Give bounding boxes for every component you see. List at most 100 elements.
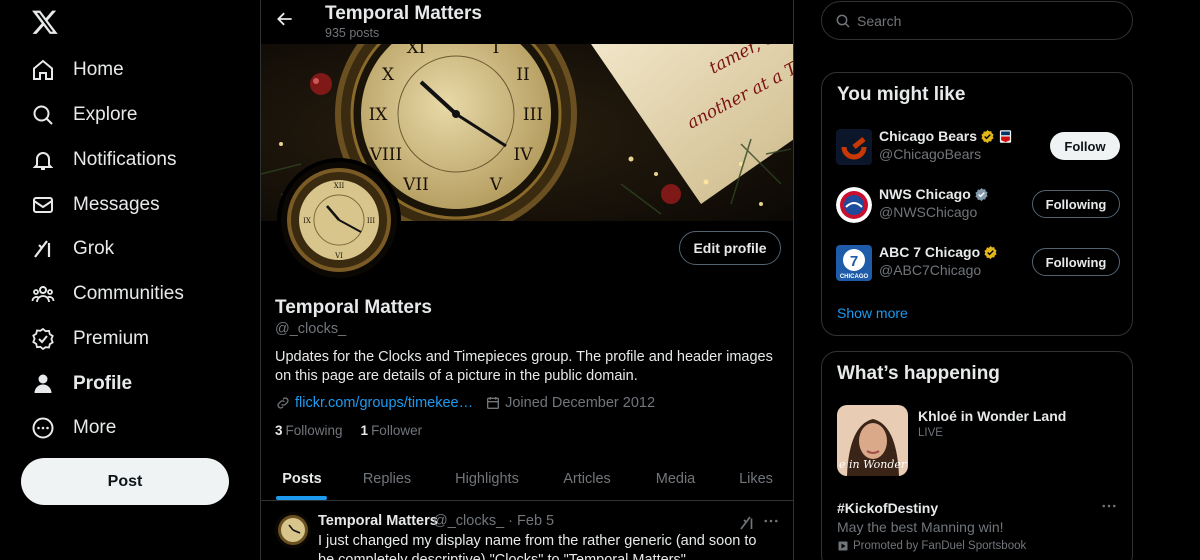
thumbnail-caption: e in Wonder l <box>839 458 908 471</box>
premium-icon <box>31 327 55 351</box>
suggestion-name-text: ABC 7 Chicago <box>879 244 981 260</box>
live-event-thumbnail[interactable]: e in Wonder l <box>837 405 908 476</box>
nav-communities[interactable]: Communities <box>31 272 184 316</box>
suggestion-name: ABC 7 Chicago <box>879 244 998 260</box>
follow-button[interactable]: Follow <box>1050 132 1120 160</box>
tweet-text: I just changed my display name from the … <box>318 533 757 560</box>
nav-label: Notifications <box>73 149 177 170</box>
x-logo-icon[interactable] <box>31 8 59 36</box>
tweet-avatar[interactable] <box>275 512 311 548</box>
person-icon <box>31 372 55 396</box>
whats-happening-card: What’s happening e in Wonder l Khloé in … <box>821 351 1133 560</box>
left-navigation: Home Explore Notifications Messages Grok… <box>0 0 260 560</box>
page-title: Temporal Matters <box>325 3 482 24</box>
bell-icon <box>31 148 55 172</box>
promoted-label: Promoted by FanDuel Sportsbook <box>837 540 1026 552</box>
live-event-title[interactable]: Khloé in Wonder Land <box>918 408 1066 424</box>
tab-posts[interactable]: Posts <box>261 456 343 501</box>
trend-hashtag[interactable]: #KickofDestiny <box>837 500 938 516</box>
nav-profile[interactable]: Profile <box>31 362 132 406</box>
profile-avatar[interactable]: XII III VI IX <box>277 158 401 282</box>
avatar[interactable] <box>836 187 872 223</box>
more-horizontal-icon[interactable] <box>762 512 780 530</box>
nav-label: Explore <box>73 104 138 125</box>
calendar-icon <box>487 397 500 409</box>
tab-media[interactable]: Media <box>631 456 720 501</box>
nav-more[interactable]: More <box>31 406 116 450</box>
profile-handle: @_clocks_ <box>275 321 347 337</box>
joined-date: Joined December 2012 <box>505 395 656 411</box>
search-icon <box>31 103 55 127</box>
svg-text:XI: XI <box>407 44 426 58</box>
tweet-handle[interactable]: @_clocks_ <box>433 513 504 529</box>
abc-logo-sub: CHICAGO <box>840 274 869 280</box>
svg-text:XII: XII <box>443 44 469 47</box>
tab-likes[interactable]: Likes <box>720 456 792 501</box>
profile-name: Temporal Matters <box>275 297 432 318</box>
suggestion-handle: @ABC7Chicago <box>879 262 982 278</box>
tab-highlights[interactable]: Highlights <box>431 456 543 501</box>
tab-articles[interactable]: Articles <box>543 456 631 501</box>
post-button[interactable]: Post <box>21 458 229 505</box>
avatar[interactable]: 7 CHICAGO <box>836 245 872 281</box>
svg-text:III: III <box>367 217 376 225</box>
svg-text:III: III <box>523 105 543 125</box>
promoted-text: Promoted by FanDuel Sportsbook <box>853 540 1027 552</box>
svg-text:II: II <box>516 65 529 85</box>
svg-text:XII: XII <box>334 182 345 190</box>
following-link[interactable]: 3 Following <box>275 423 343 438</box>
back-arrow-icon[interactable] <box>275 9 299 33</box>
svg-text:X: X <box>382 65 395 85</box>
nav-home[interactable]: Home <box>31 48 124 92</box>
grok-icon[interactable] <box>738 514 756 532</box>
more-horizontal-icon[interactable] <box>1100 497 1118 519</box>
verified-badge-gray-icon <box>975 187 988 201</box>
suggestion-nws-chicago[interactable]: NWS Chicago @NWSChicago Following <box>836 186 1120 227</box>
profile-website-link[interactable]: flickr.com/groups/timekee… <box>295 395 473 411</box>
svg-text:I: I <box>493 44 500 58</box>
nav-label: Communities <box>73 283 184 304</box>
nav-premium[interactable]: Premium <box>31 317 149 361</box>
tweet-date[interactable]: Feb 5 <box>517 513 554 529</box>
nav-notifications[interactable]: Notifications <box>31 138 177 182</box>
followers-link[interactable]: 1 Follower <box>361 423 423 438</box>
nav-label: Premium <box>73 328 150 349</box>
follow-stats: 3 Following 1 Follower <box>275 423 440 438</box>
nav-messages[interactable]: Messages <box>31 183 160 227</box>
suggestion-name-text: NWS Chicago <box>879 186 971 202</box>
link-icon <box>277 397 289 409</box>
following-count: 3 <box>275 423 283 438</box>
tweet-dot: · <box>508 513 514 529</box>
active-tab-indicator <box>276 496 327 500</box>
search-box[interactable] <box>821 1 1133 40</box>
suggestion-name-text: Chicago Bears <box>879 128 978 144</box>
suggestion-chicago-bears[interactable]: Chicago Bears @ChicagoBears Follow <box>836 128 1120 169</box>
avatar[interactable] <box>836 129 872 165</box>
trend-description: May the best Manning win! <box>837 519 1004 535</box>
show-more-link[interactable]: Show more <box>837 305 908 321</box>
profile-tabs: Posts Replies Highlights Articles Media … <box>261 456 793 501</box>
suggestion-handle: @ChicagoBears <box>879 146 982 162</box>
tweet-meta: @_clocks_ · Feb 5 <box>433 513 554 529</box>
tab-replies[interactable]: Replies <box>343 456 431 501</box>
nav-label: Profile <box>73 373 133 394</box>
nav-label: Messages <box>73 194 160 215</box>
search-input[interactable] <box>857 12 1107 29</box>
envelope-icon <box>31 193 55 217</box>
nav-grok[interactable]: Grok <box>31 227 114 271</box>
communities-icon <box>31 282 55 306</box>
suggestion-abc7-chicago[interactable]: 7 CHICAGO ABC 7 Chicago @ABC7Chicago Foll… <box>836 244 1120 285</box>
following-button[interactable]: Following <box>1032 190 1120 218</box>
grok-icon <box>31 237 55 261</box>
posts-count: 935 posts <box>325 26 380 40</box>
profile-column: Temporal Matters 935 posts tamer, one an… <box>260 0 794 560</box>
following-button[interactable]: Following <box>1032 248 1120 276</box>
tweet-author-name[interactable]: Temporal Matters <box>318 513 438 529</box>
edit-profile-button[interactable]: Edit profile <box>679 231 781 265</box>
verified-badge-gold-icon <box>984 245 997 259</box>
svg-text:IX: IX <box>369 105 389 125</box>
nav-explore[interactable]: Explore <box>31 93 137 137</box>
profile-header-bar: Temporal Matters 935 posts <box>261 0 793 44</box>
svg-text:VII: VII <box>402 175 429 195</box>
home-icon <box>31 58 55 82</box>
